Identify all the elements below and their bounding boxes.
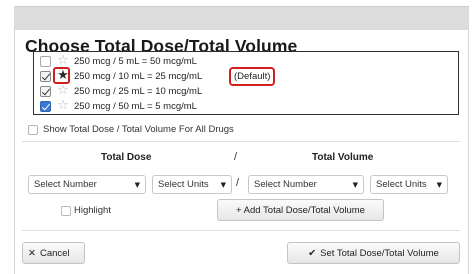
- dose-option-label: 250 mcg / 25 mL = 10 mcg/mL: [74, 86, 203, 97]
- dose-option-row[interactable]: ☆ 250 mcg / 50 mL = 5 mcg/mL: [34, 99, 458, 114]
- default-badge: (Default): [229, 67, 276, 86]
- highlight-toggle[interactable]: Highlight: [61, 205, 111, 216]
- highlight-label: Highlight: [74, 205, 111, 216]
- volume-units-select[interactable]: Select Units ▼: [370, 175, 448, 194]
- option-checkbox[interactable]: [40, 101, 51, 112]
- option-checkbox[interactable]: [40, 56, 51, 67]
- star-outline-icon[interactable]: ☆: [56, 54, 70, 68]
- dose-option-label: 250 mcg / 10 mL = 25 mcg/mL: [74, 71, 203, 82]
- cancel-label: Cancel: [39, 247, 70, 259]
- select-divider: /: [236, 177, 240, 189]
- divider: [22, 141, 460, 142]
- total-volume-header: Total Volume: [312, 152, 374, 163]
- checkmark-icon: ✔: [308, 247, 317, 259]
- footer-divider: [22, 230, 460, 231]
- dialog-titlebar: [14, 6, 469, 30]
- show-all-checkbox[interactable]: [28, 124, 38, 135]
- volume-units-value: Select Units: [376, 179, 427, 190]
- chevron-down-icon: ▼: [220, 180, 226, 189]
- add-dose-volume-button[interactable]: + Add Total Dose/Total Volume: [217, 199, 384, 221]
- dose-option-row[interactable]: ☆ 250 mcg / 25 mL = 10 mcg/mL: [34, 84, 458, 99]
- set-label: Set Total Dose/Total Volume: [320, 247, 439, 259]
- star-outline-icon[interactable]: ☆: [56, 99, 70, 113]
- show-all-label: Show Total Dose / Total Volume For All D…: [43, 124, 234, 135]
- star-outline-icon[interactable]: ☆: [56, 84, 70, 98]
- volume-number-select[interactable]: Select Number ▼: [248, 175, 364, 194]
- dose-option-label: 250 mcg / 50 mL = 5 mcg/mL: [74, 101, 197, 112]
- dose-option-row[interactable]: ★ 250 mcg / 10 mL = 25 mcg/mL (Default): [34, 67, 458, 86]
- dose-units-select[interactable]: Select Units ▼: [152, 175, 232, 194]
- chevron-down-icon: ▼: [352, 180, 358, 189]
- dose-option-label: 250 mcg / 5 mL = 50 mcg/mL: [74, 56, 197, 67]
- dose-number-value: Select Number: [34, 179, 97, 190]
- option-checkbox[interactable]: [40, 86, 51, 97]
- option-checkbox[interactable]: [40, 71, 51, 82]
- show-all-drugs-toggle[interactable]: Show Total Dose / Total Volume For All D…: [28, 124, 234, 135]
- star-filled-icon[interactable]: ★: [56, 69, 70, 83]
- header-divider: /: [234, 151, 238, 163]
- volume-number-value: Select Number: [254, 179, 317, 190]
- dose-units-value: Select Units: [158, 179, 209, 190]
- chevron-down-icon: ▼: [436, 180, 442, 189]
- dose-options-list: ☆ 250 mcg / 5 mL = 50 mcg/mL ★ 250 mcg /…: [33, 51, 459, 115]
- cancel-button[interactable]: ✕ Cancel: [22, 242, 85, 264]
- dose-number-select[interactable]: Select Number ▼: [28, 175, 146, 194]
- highlight-checkbox[interactable]: [61, 205, 71, 216]
- chevron-down-icon: ▼: [134, 180, 140, 189]
- close-icon: ✕: [28, 247, 36, 259]
- total-dose-header: Total Dose: [101, 152, 152, 163]
- set-dose-volume-button[interactable]: ✔ Set Total Dose/Total Volume: [287, 242, 460, 264]
